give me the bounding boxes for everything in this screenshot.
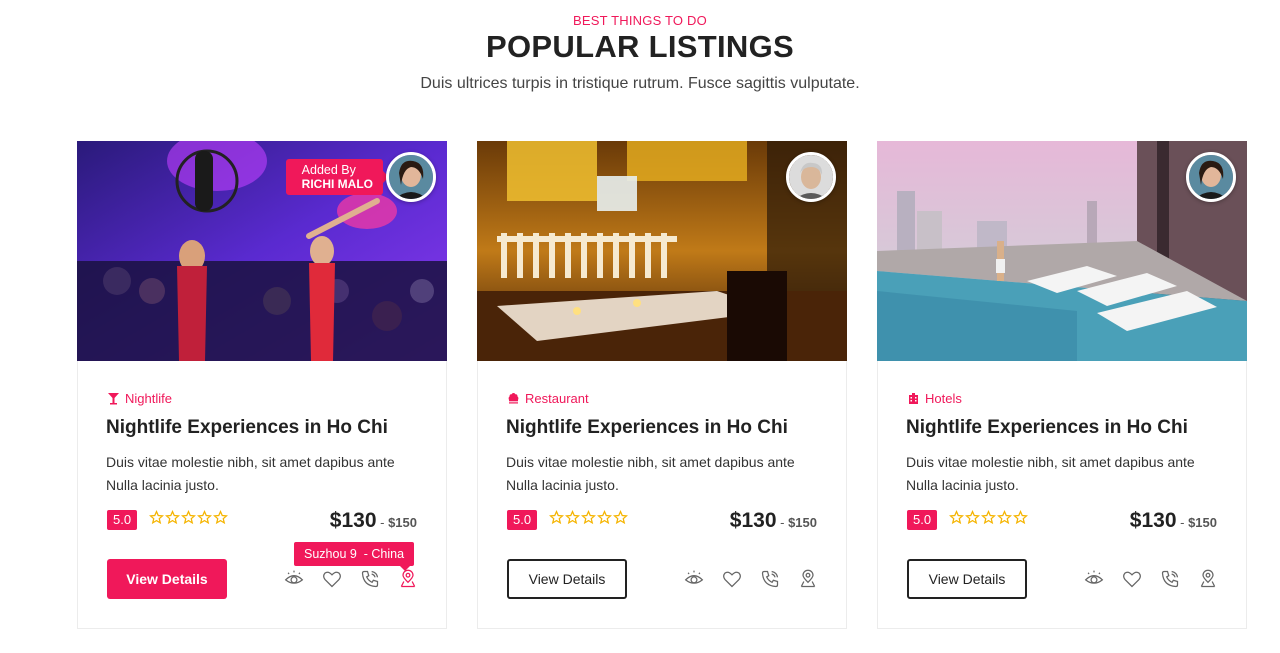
listing-title[interactable]: Nightlife Experiences in Ho Chi (506, 417, 788, 439)
price-max: $150 (388, 515, 417, 530)
rating-badge: 5.0 (107, 510, 138, 530)
star-icon (997, 510, 1012, 525)
listing-price: $130 - $150 (730, 509, 817, 533)
price-separator: - (776, 515, 789, 530)
view-details-button[interactable]: View Details (507, 559, 627, 599)
price-max: $150 (1188, 515, 1217, 530)
price-min: $130 (729, 509, 777, 532)
cocktail-icon (108, 393, 119, 405)
eye-icon[interactable] (1084, 569, 1104, 589)
listing-actions (1084, 569, 1218, 589)
rating-badge: 5.0 (507, 510, 538, 530)
star-icon (581, 510, 596, 525)
map-pin-icon[interactable] (1198, 569, 1218, 589)
eye-icon[interactable] (284, 569, 304, 589)
price-min: $130 (1129, 509, 1177, 532)
star-icon (197, 510, 212, 525)
star-icon (613, 510, 628, 525)
section-title: POPULAR LISTINGS (486, 29, 794, 64)
listing-category-label: Hotels (925, 391, 962, 406)
author-avatar[interactable] (1186, 152, 1236, 202)
chef-hat-icon (508, 393, 519, 404)
price-max: $150 (788, 515, 817, 530)
listing-category[interactable]: Restaurant (507, 391, 589, 406)
section-eyebrow: BEST THINGS TO DO (573, 13, 707, 28)
listing-title[interactable]: Nightlife Experiences in Ho Chi (106, 417, 388, 439)
star-rating (949, 510, 1028, 525)
star-icon (1013, 510, 1028, 525)
listing-card[interactable]: Restaurant Nightlife Experiences in Ho C… (477, 141, 847, 629)
star-icon (965, 510, 980, 525)
star-icon (165, 510, 180, 525)
listing-actions (684, 569, 818, 589)
price-min: $130 (329, 509, 377, 532)
listing-price: $130 - $150 (330, 509, 417, 533)
price-separator: - (1176, 515, 1189, 530)
star-icon (981, 510, 996, 525)
listing-description: Duis vitae molestie nibh, sit amet dapib… (906, 454, 1195, 493)
heart-icon[interactable] (722, 569, 742, 589)
hotel-icon (909, 393, 918, 404)
view-details-button[interactable]: View Details (107, 559, 227, 599)
listing-title[interactable]: Nightlife Experiences in Ho Chi (906, 417, 1188, 439)
listing-card[interactable]: Added By RICHI MALO Nightlife Nightlife … (77, 141, 447, 629)
section-subtitle: Duis ultrices turpis in tristique rutrum… (420, 75, 860, 92)
phone-icon[interactable] (360, 569, 380, 589)
author-avatar[interactable] (786, 152, 836, 202)
star-icon (597, 510, 612, 525)
location-tooltip: Suzhou 9 - China (294, 542, 415, 571)
listing-price: $130 - $150 (1130, 509, 1217, 533)
heart-icon[interactable] (1122, 569, 1142, 589)
star-icon (949, 510, 964, 525)
star-icon (149, 510, 164, 525)
listing-description: Duis vitae molestie nibh, sit amet dapib… (106, 454, 395, 493)
phone-icon[interactable] (1160, 569, 1180, 589)
added-by-name: RICHI MALO (301, 177, 373, 191)
star-rating (549, 510, 628, 525)
heart-icon[interactable] (322, 569, 342, 589)
listing-description: Duis vitae molestie nibh, sit amet dapib… (506, 454, 795, 493)
listing-category-label: Nightlife (125, 391, 172, 406)
listing-card[interactable]: Hotels Nightlife Experiences in Ho Chi D… (877, 141, 1247, 629)
star-icon (181, 510, 196, 525)
price-separator: - (376, 515, 389, 530)
star-icon (565, 510, 580, 525)
map-pin-icon[interactable] (798, 569, 818, 589)
star-icon (549, 510, 564, 525)
listing-category[interactable]: Nightlife (107, 391, 172, 406)
listing-category-label: Restaurant (525, 391, 589, 406)
star-rating (149, 510, 228, 525)
phone-icon[interactable] (760, 569, 780, 589)
eye-icon[interactable] (684, 569, 704, 589)
view-details-button[interactable]: View Details (907, 559, 1027, 599)
added-by-label: Added By (301, 163, 356, 177)
listing-actions (284, 569, 418, 589)
map-pin-icon[interactable] (398, 569, 418, 589)
listing-category[interactable]: Hotels (907, 391, 962, 406)
star-icon (213, 510, 228, 525)
added-by-tag[interactable]: Added By RICHI MALO (285, 159, 390, 195)
author-avatar[interactable] (386, 152, 436, 202)
rating-badge: 5.0 (907, 510, 938, 530)
